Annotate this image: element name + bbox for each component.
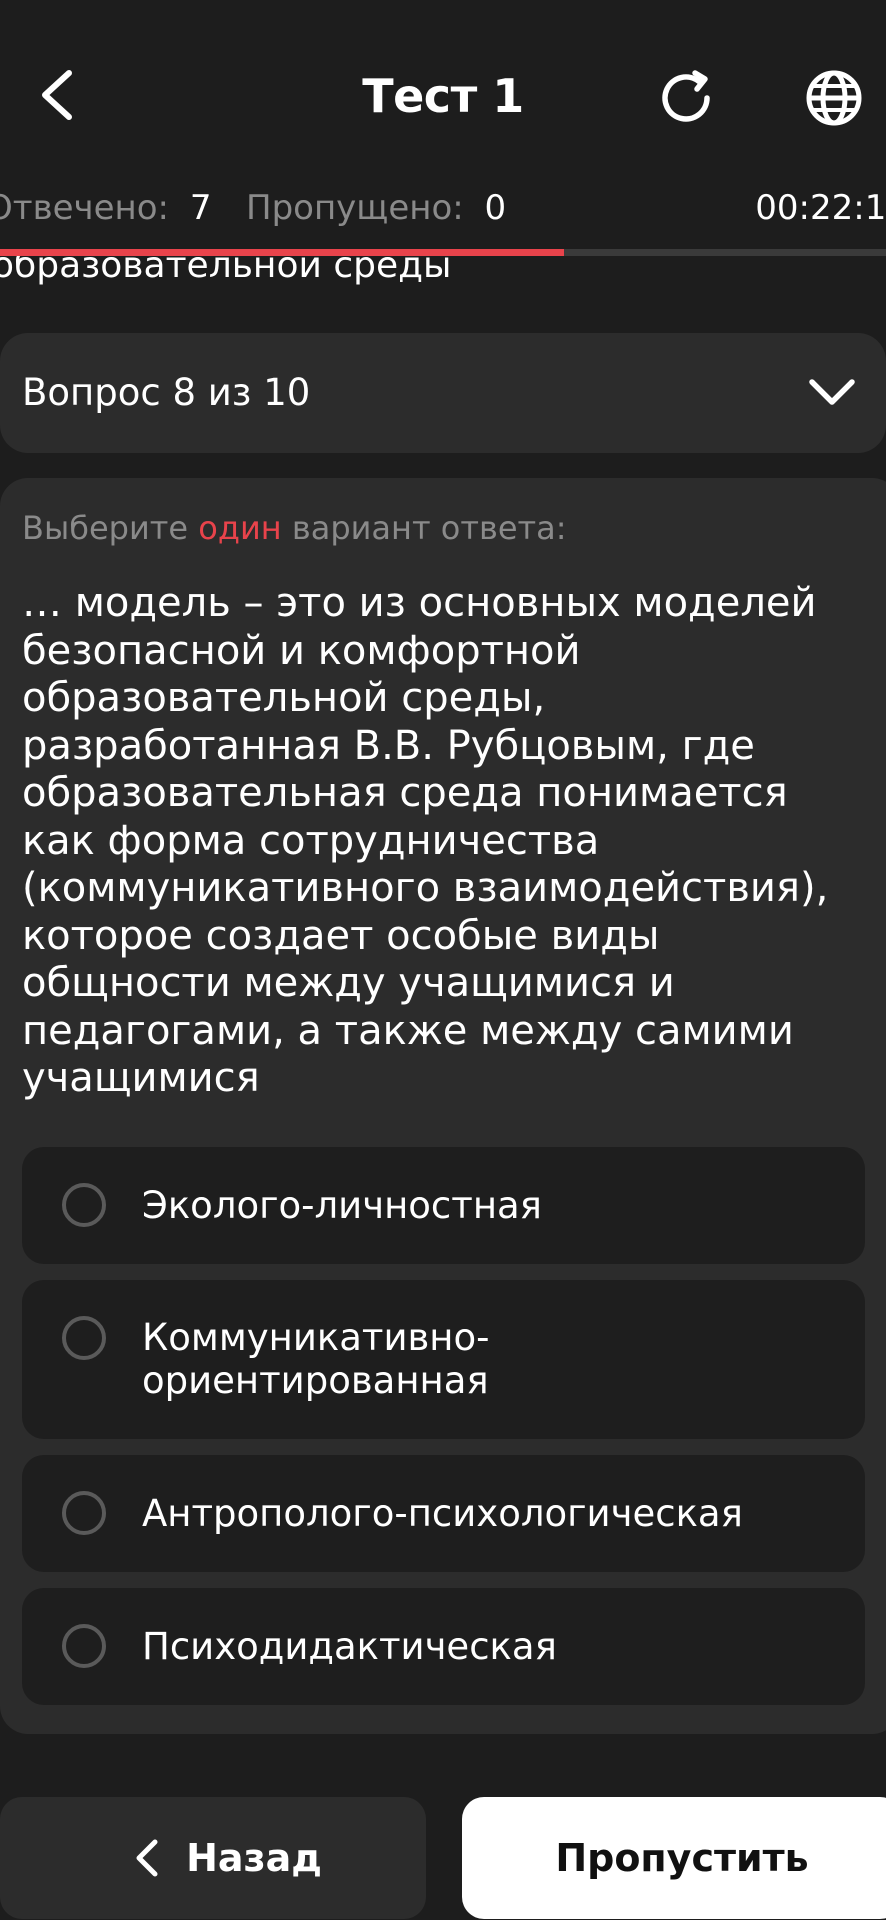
answer-instruction: Выберите один вариант ответа:	[22, 506, 567, 550]
option-label: Психодидактическая	[142, 1625, 557, 1668]
reload-button[interactable]	[650, 62, 722, 134]
answered-value: 7	[189, 188, 212, 228]
language-button[interactable]	[798, 62, 870, 134]
reload-icon	[662, 70, 710, 122]
instruction-highlight: один	[198, 509, 282, 547]
option-label: Антрополого-психологическая	[142, 1492, 743, 1535]
question-text: … модель – это из основных моделей безоп…	[22, 580, 829, 1101]
question-card: Выберите один вариант ответа: … модель –…	[0, 478, 886, 1734]
answer-option[interactable]: Коммуникативно-ориентированная	[22, 1280, 865, 1439]
globe-icon	[806, 70, 862, 126]
back-nav-label: Назад	[186, 1836, 322, 1880]
skipped-label: Пропущено:	[246, 188, 464, 228]
progress-fill	[0, 249, 565, 256]
question-selector-label: Вопрос 8 из 10	[22, 371, 311, 414]
answer-option[interactable]: Антрополого-психологическая	[22, 1455, 865, 1572]
option-label: Эколого-личностная	[142, 1184, 542, 1227]
back-nav-button[interactable]: Назад	[0, 1797, 426, 1919]
chevron-left-icon	[136, 1839, 158, 1877]
answered-label: Отвечено:	[0, 188, 170, 228]
skip-label: Пропустить	[555, 1836, 809, 1880]
page-title: Тест 1	[362, 69, 524, 123]
answer-option[interactable]: Психодидактическая	[22, 1588, 865, 1705]
skip-button[interactable]: Пропустить	[462, 1797, 886, 1919]
radio-button[interactable]	[62, 1491, 106, 1535]
clipped-heading: образовательной среды	[0, 256, 452, 286]
skipped-stat: Пропущено: 0	[246, 186, 506, 230]
question-selector[interactable]: Вопрос 8 из 10	[0, 333, 886, 453]
scrolled-content-peek: образовательной среды	[0, 256, 886, 292]
instruction-prefix: Выберите	[22, 509, 199, 547]
progress-bar	[0, 249, 886, 256]
radio-button[interactable]	[62, 1316, 106, 1360]
radio-button[interactable]	[62, 1183, 106, 1227]
answered-stat: Отвечено: 7	[0, 186, 211, 230]
chevron-down-icon	[802, 363, 862, 423]
radio-button[interactable]	[62, 1624, 106, 1668]
skipped-value: 0	[484, 188, 507, 228]
answer-option[interactable]: Эколого-личностная	[22, 1147, 865, 1264]
instruction-suffix: вариант ответа:	[281, 509, 567, 547]
timer: 00:22:16	[755, 188, 886, 228]
option-label: Коммуникативно-ориентированная	[142, 1316, 490, 1402]
